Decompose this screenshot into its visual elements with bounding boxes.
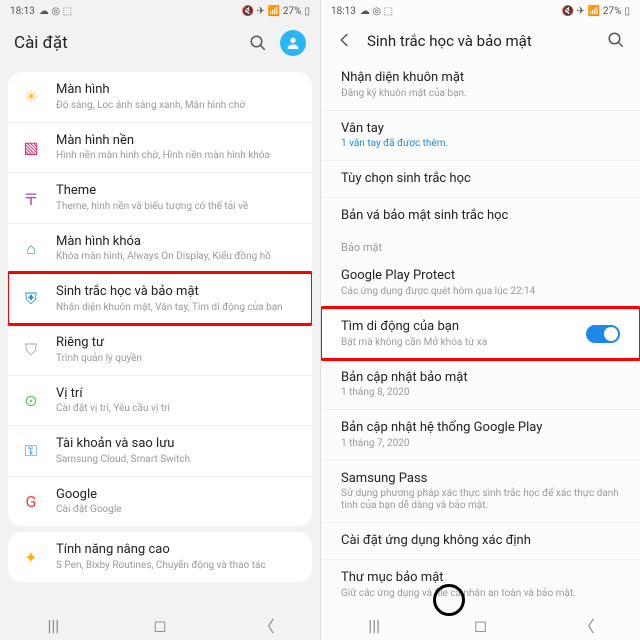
section-header: Bảo mật [321, 233, 640, 258]
setting-samsung-pass[interactable]: Samsung PassSử dụng phương pháp xác thực… [321, 460, 640, 523]
setting-face[interactable]: Nhận diện khuôn mặt Đăng ký khuôn mặt của… [321, 60, 640, 110]
settings-row-wallpaper[interactable]: ▧ Màn hình nềnHình nền màn hình chờ, Hình… [8, 122, 312, 173]
toggle[interactable] [586, 325, 620, 343]
setting-fingerprint[interactable]: Vân tay1 vân tay đã được thêm. [321, 110, 640, 161]
row-label: Tính năng nâng cao [56, 542, 300, 558]
settings-row-privacy[interactable]: ⛉ Riêng tư Trình quản lý quyền [8, 324, 312, 375]
row-label: Tìm di động của bạn [341, 319, 576, 335]
row-sublabel: Sử dụng phương pháp xác thực sinh trắc h… [341, 488, 620, 512]
biometrics-security-pane: 18:13☁ ◎ ⬚ 🔇 ✈ 📶27%▯ Sinh trắc học và bả… [320, 0, 640, 640]
row-sublabel: Cài đặt vị trí, Yêu cầu vị trí [56, 403, 300, 415]
status-time: 18:13 [331, 6, 356, 17]
row-sublabel: Samsung Cloud, Smart Switch [56, 454, 300, 466]
nav-bar: ||| ◻ 〈 [321, 610, 640, 640]
location-icon: ⊙ [20, 389, 42, 411]
accounts-icon: ⚿ [20, 440, 42, 462]
settings-row-biometrics[interactable]: ⛨ Sinh trắc học và bảo mật Nhận diện khuôn… [8, 273, 312, 324]
row-label: Theme [56, 183, 300, 199]
settings-row-display[interactable]: ☀ Màn hình Độ sáng, Lọc ánh sáng xanh, Màn… [8, 72, 312, 122]
row-label: Vị trí [56, 386, 300, 402]
search-icon[interactable] [606, 30, 626, 50]
row-sublabel: Bật mà không cần Mở khóa từ xa [341, 337, 576, 349]
row-label: Google [56, 487, 300, 503]
status-bar: 18:13☁ ◎ ⬚ 🔇 ✈ 📶27%▯ [0, 0, 320, 22]
status-bar: 18:13☁ ◎ ⬚ 🔇 ✈ 📶27%▯ [321, 0, 640, 22]
setting-sec-update[interactable]: Bản cập nhật bảo mật1 tháng 8, 2020 [321, 359, 640, 410]
settings-row-location[interactable]: ⊙ Vị tríCài đặt vị trí, Yêu cầu vị trí [8, 375, 312, 426]
page-title: Sinh trắc học và bảo mật [367, 32, 594, 50]
row-sublabel: 1 vân tay đã được thêm. [341, 138, 620, 150]
nav-home[interactable]: ◻ [460, 616, 500, 635]
row-sublabel: Đăng ký khuôn mặt của bạn. [341, 88, 620, 100]
row-sublabel: Khóa màn hình, Always On Display, Kiểu đ… [56, 251, 300, 263]
page-title: Cài đặt [14, 33, 236, 53]
nav-recents[interactable]: ||| [354, 616, 394, 635]
row-label: Nhận diện khuôn mặt [341, 70, 620, 86]
status-time: 18:13 [10, 6, 35, 17]
row-label: Sinh trắc học và bảo mật [56, 284, 300, 300]
row-sublabel: Giữ các ứng dụng và file cá nhân an toàn… [341, 588, 620, 600]
setting-play-protect[interactable]: Google Play Protect Các ứng dụng được qué… [321, 258, 640, 308]
status-battery: 27% [603, 6, 622, 17]
row-sublabel: Độ sáng, Lọc ánh sáng xanh, Màn hình chờ [56, 100, 300, 112]
row-sublabel: Nhận diện khuôn mặt, Vân tay, Tìm di độn… [56, 302, 300, 314]
setting-secure-folder[interactable]: Thư mục bảo mật Giữ các ứng dụng và file … [321, 559, 640, 610]
settings-row-lockscreen[interactable]: ⌂ Màn hình khóaKhóa màn hình, Always On D… [8, 223, 312, 274]
settings-row-theme[interactable]: 〒 Theme Theme, hình nền và biểu tượng có t… [8, 172, 312, 223]
row-sublabel: Theme, hình nền và biểu tượng có thể tải… [56, 201, 300, 213]
row-label: Bản vá bảo mật sinh trắc học [341, 208, 620, 224]
profile-avatar[interactable] [280, 30, 306, 56]
row-sublabel: S Pen, Bixby Routines, Chuyển động và th… [56, 560, 300, 572]
nav-home[interactable]: ◻ [140, 616, 180, 635]
row-sublabel: 1 tháng 8, 2020 [341, 387, 620, 399]
row-sublabel: Cài đặt Google [56, 504, 300, 516]
row-label: Màn hình khóa [56, 234, 300, 250]
row-label: Cài đặt ứng dụng không xác định [341, 533, 620, 549]
display-icon: ☀ [20, 86, 42, 108]
nav-recents[interactable]: ||| [33, 616, 73, 635]
row-label: Riêng tư [56, 335, 300, 351]
privacy-icon: ⛉ [20, 339, 42, 361]
row-label: Màn hình [56, 82, 300, 98]
nav-bar: ||| ◻ 〈 [0, 610, 320, 640]
setting-bio-patch[interactable]: Bản vá bảo mật sinh trắc học [321, 197, 640, 234]
nav-back[interactable]: 〈 [567, 613, 607, 637]
row-sublabel: Hình nền màn hình chờ, Hình nền màn hình… [56, 150, 300, 162]
row-label: Google Play Protect [341, 268, 620, 284]
setting-play-update[interactable]: Bản cập nhật hệ thống Google Play 1 tháng… [321, 409, 640, 460]
row-label: Vân tay [341, 121, 620, 137]
settings-header: Cài đặt [0, 22, 320, 66]
settings-main-pane: 18:13☁ ◎ ⬚ 🔇 ✈ 📶27%▯ Cài đặt ☀ Màn hình Độ… [0, 0, 320, 640]
biometrics-icon: ⛨ [20, 288, 42, 310]
row-sublabel: Các ứng dụng được quét hôm qua lúc 22:14 [341, 286, 620, 298]
row-label: Bản cập nhật hệ thống Google Play [341, 420, 620, 436]
row-label: Thư mục bảo mật [341, 570, 620, 586]
nav-back[interactable]: 〈 [247, 613, 287, 637]
row-label: Tùy chọn sinh trắc học [341, 171, 620, 187]
setting-find-mobile[interactable]: Tìm di động của bạn Bật mà không cần Mở k… [321, 308, 640, 359]
setting-bio-pref[interactable]: Tùy chọn sinh trắc học [321, 160, 640, 197]
settings-row-google[interactable]: G GoogleCài đặt Google [8, 476, 312, 527]
wallpaper-icon: ▧ [20, 136, 42, 158]
status-battery: 27% [283, 6, 302, 17]
row-label: Màn hình nền [56, 133, 300, 149]
theme-icon: 〒 [20, 187, 42, 209]
settings-row-accounts[interactable]: ⚿ Tài khoản và sao lưu Samsung Cloud, Smar… [8, 425, 312, 476]
settings-row-advanced[interactable]: ✦ Tính năng nâng cao S Pen, Bixby Routines… [8, 532, 312, 582]
setting-unknown-apps[interactable]: Cài đặt ứng dụng không xác định [321, 522, 640, 559]
row-sublabel: Trình quản lý quyền [56, 353, 300, 365]
advanced-icon: ✦ [20, 546, 42, 568]
back-icon[interactable] [335, 30, 355, 50]
search-icon[interactable] [248, 33, 268, 53]
google-icon: G [20, 491, 42, 513]
lockscreen-icon: ⌂ [20, 238, 42, 260]
row-label: Bản cập nhật bảo mật [341, 370, 620, 386]
subpage-header: Sinh trắc học và bảo mật [321, 22, 640, 60]
row-label: Samsung Pass [341, 471, 620, 487]
row-sublabel: 1 tháng 7, 2020 [341, 438, 620, 450]
row-label: Tài khoản và sao lưu [56, 436, 300, 452]
